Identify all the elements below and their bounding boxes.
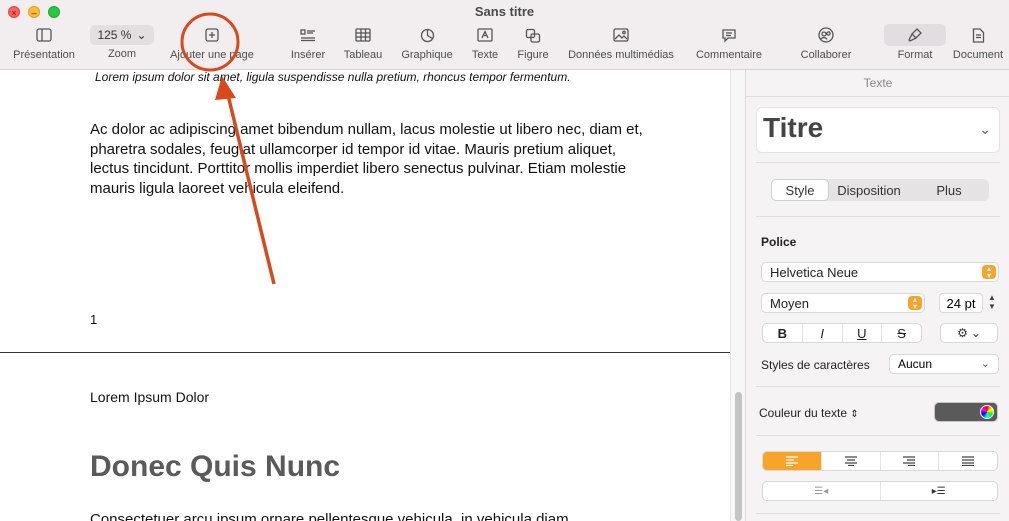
advanced-options-popup[interactable]: ⚙ ⌄: [940, 323, 998, 343]
divider: [756, 386, 1000, 387]
align-left-button[interactable]: [763, 452, 822, 470]
comment-button[interactable]: Commentaire: [690, 24, 768, 61]
paragraph-style-popup[interactable]: Titre ⌄: [756, 107, 1000, 153]
justify-icon: [962, 456, 975, 466]
text-color-well[interactable]: [934, 402, 998, 422]
chevron-down-icon: ⌄: [136, 28, 147, 42]
decrease-indent-button[interactable]: ☰◂: [763, 482, 881, 500]
char-styles-label: Styles de caractères: [761, 358, 870, 372]
strikethrough-button[interactable]: S: [882, 324, 921, 342]
divider: [756, 513, 1000, 514]
divider: [746, 96, 1009, 97]
underline-button[interactable]: U: [843, 324, 883, 342]
paintbrush-icon: [908, 28, 922, 42]
indent-buttons: ☰◂ ▸☰: [762, 481, 998, 501]
chevron-down-icon: ⌄: [979, 121, 991, 137]
insert-button[interactable]: Insérer: [284, 24, 332, 61]
toolbar: × – Sans titre Présentation 125 % ⌄ Zoom …: [0, 0, 1009, 70]
text-color-label[interactable]: Couleur du texte ⇕: [759, 406, 859, 420]
scrollbar-thumb[interactable]: [735, 392, 742, 521]
add-page-button[interactable]: Ajouter une page: [162, 24, 262, 61]
font-size-stepper[interactable]: ▲ ▼: [986, 293, 998, 313]
align-right-icon: [903, 456, 916, 466]
shape-button[interactable]: Figure: [512, 24, 554, 61]
updown-chevron-icon: ⇕: [850, 409, 859, 420]
page-break-divider: [0, 352, 730, 353]
format-inspector: Texte Titre ⌄ Style Disposition Plus Pol…: [745, 70, 1009, 521]
chart-button[interactable]: Graphique: [398, 24, 456, 61]
text-box-icon: [477, 28, 493, 42]
color-wheel-icon[interactable]: [980, 405, 994, 419]
presentation-button[interactable]: Présentation: [8, 24, 80, 61]
chevron-down-icon: ⌄: [970, 326, 981, 340]
table-button[interactable]: Tableau: [338, 24, 388, 61]
add-page-icon: [205, 28, 219, 42]
document-scrollbar[interactable]: [730, 70, 745, 521]
section-heading[interactable]: Donec Quis Nunc: [90, 450, 340, 484]
document-icon: [972, 27, 984, 43]
body-paragraph-2[interactable]: Consectetuer arcu ipsum ornare pellentes…: [90, 511, 569, 521]
shape-icon: [525, 28, 541, 43]
decrease-indent-icon: ☰◂: [814, 485, 829, 497]
tab-layout[interactable]: Disposition: [829, 179, 909, 201]
sidebar-icon: [36, 28, 52, 42]
format-button[interactable]: Format: [882, 24, 948, 61]
align-center-icon: [844, 456, 857, 466]
pie-chart-icon: [420, 28, 434, 42]
paragraph-style-name: Titre: [763, 112, 824, 143]
collaborate-icon: [818, 27, 834, 43]
comment-icon: [722, 28, 736, 43]
media-button[interactable]: Données multimédias: [562, 24, 680, 61]
body-paragraph[interactable]: Ac dolor ac adipiscing amet bibendum nul…: [90, 120, 650, 198]
font-family-popup[interactable]: Helvetica Neue ▴ ▾: [761, 262, 999, 282]
page-header[interactable]: Lorem Ipsum Dolor: [90, 389, 209, 405]
window-title: Sans titre: [474, 4, 535, 19]
justify-button[interactable]: [939, 452, 997, 470]
align-right-button[interactable]: [881, 452, 940, 470]
inspector-tabs: Style Disposition Plus: [771, 179, 989, 201]
increase-indent-icon: ▸☰: [931, 485, 946, 497]
gear-icon: ⚙: [957, 326, 968, 340]
chevron-down-icon: ⌄: [980, 358, 990, 370]
italic-button[interactable]: I: [803, 324, 843, 342]
align-center-button[interactable]: [822, 452, 881, 470]
table-icon: [355, 28, 371, 42]
zoom-control[interactable]: 125 % ⌄ Zoom: [88, 24, 156, 60]
photo-icon: [613, 28, 629, 42]
divider: [756, 435, 1000, 436]
document-canvas[interactable]: Lorem ipsum dolor sit amet, ligula suspe…: [0, 70, 730, 521]
char-styles-popup[interactable]: Aucun ⌄: [889, 354, 999, 374]
align-left-icon: [785, 456, 798, 466]
font-weight-popup[interactable]: Moyen ▴ ▾: [761, 293, 925, 313]
alignment-buttons: [762, 451, 998, 471]
collaborate-button[interactable]: Collaborer: [792, 24, 860, 61]
font-size-field[interactable]: 24 pt: [939, 293, 983, 313]
document-button[interactable]: Document: [950, 24, 1006, 61]
increase-indent-button[interactable]: ▸☰: [881, 482, 998, 500]
divider: [756, 162, 1000, 163]
zoom-popup[interactable]: 125 % ⌄: [90, 25, 154, 45]
updown-arrows-icon: ▴ ▾: [908, 296, 922, 311]
tab-more[interactable]: Plus: [909, 179, 989, 201]
text-button[interactable]: Texte: [464, 24, 506, 61]
tab-style[interactable]: Style: [771, 179, 829, 201]
insert-list-icon: [300, 29, 315, 42]
page-number: 1: [90, 312, 98, 327]
divider: [756, 216, 1000, 217]
font-style-buttons: B I U S: [762, 323, 922, 343]
font-section-label: Police: [761, 235, 797, 249]
inspector-title: Texte: [863, 76, 893, 90]
bold-button[interactable]: B: [763, 324, 803, 342]
updown-arrows-icon: ▴ ▾: [982, 265, 996, 280]
image-caption[interactable]: Lorem ipsum dolor sit amet, ligula suspe…: [95, 70, 571, 84]
